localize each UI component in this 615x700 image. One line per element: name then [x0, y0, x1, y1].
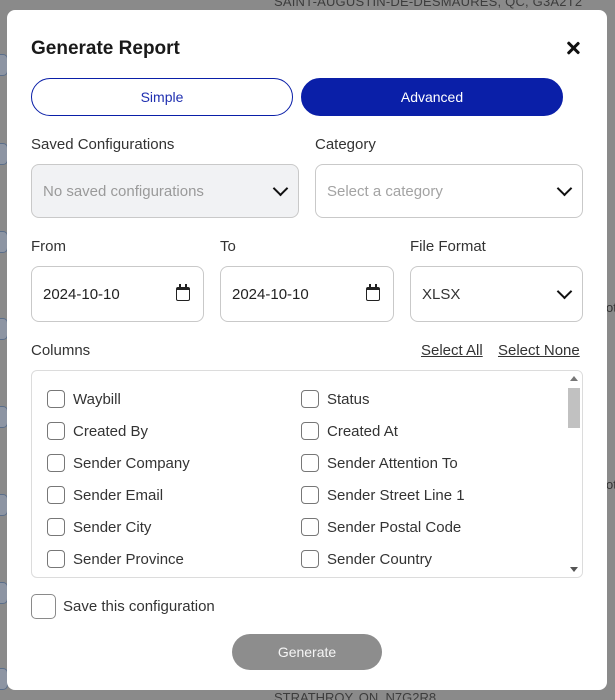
from-date-input[interactable]: 2024-10-10 — [31, 266, 204, 322]
to-date-value: 2024-10-10 — [232, 285, 309, 303]
column-checkbox[interactable] — [301, 486, 319, 504]
column-option-label: Sender Postal Code — [327, 518, 462, 536]
column-checkbox[interactable] — [301, 518, 319, 536]
column-option-label: Status — [327, 390, 370, 408]
column-option[interactable]: Sender Country — [301, 550, 432, 568]
column-option[interactable]: Sender Company — [47, 454, 190, 472]
category-select[interactable]: Select a category — [315, 164, 583, 218]
calendar-icon[interactable] — [176, 284, 190, 301]
to-date-input[interactable]: 2024-10-10 — [220, 266, 394, 322]
chevron-down-icon — [272, 180, 289, 197]
column-option-label: Sender Province — [73, 550, 184, 568]
from-label: From — [31, 238, 66, 255]
column-option-label: Sender Country — [327, 550, 433, 568]
column-option-label: Created At — [327, 422, 398, 440]
from-date-value: 2024-10-10 — [43, 285, 120, 303]
column-option[interactable]: Sender Province — [47, 550, 184, 568]
category-placeholder: Select a category — [327, 182, 443, 200]
column-checkbox[interactable] — [47, 454, 65, 472]
column-option-label: Sender Company — [73, 454, 190, 472]
column-checkbox[interactable] — [47, 550, 65, 568]
column-option[interactable]: Created At — [301, 422, 398, 440]
column-option[interactable]: Sender Email — [47, 486, 163, 504]
file-format-select[interactable]: XLSX — [410, 266, 583, 322]
advanced-mode-button[interactable]: Advanced — [301, 78, 563, 116]
select-all-link[interactable]: Select All — [421, 342, 483, 359]
background-address-bottom: STRATHROY, ON, N7G2R8 — [274, 690, 437, 700]
file-format-label: File Format — [410, 238, 486, 255]
column-option[interactable]: Created By — [47, 422, 148, 440]
column-option[interactable]: Waybill — [47, 390, 121, 408]
column-option[interactable]: Sender City — [47, 518, 151, 536]
column-option[interactable]: Status — [301, 390, 370, 408]
column-option-label: Sender Attention To — [327, 454, 458, 472]
to-label: To — [220, 238, 236, 255]
save-configuration-checkbox[interactable] — [31, 594, 56, 619]
column-option-label: Sender City — [73, 518, 152, 536]
save-configuration-label: Save this configuration — [63, 598, 215, 615]
column-option[interactable]: Sender Street Line 1 — [301, 486, 465, 504]
dialog-title: Generate Report — [31, 38, 180, 59]
background-right-text: ot — [606, 300, 615, 315]
scroll-up-arrow-icon[interactable] — [570, 376, 578, 381]
columns-label: Columns — [31, 342, 91, 359]
scroll-down-arrow-icon[interactable] — [570, 567, 578, 572]
column-option-label: Waybill — [73, 390, 121, 408]
close-icon[interactable] — [563, 38, 583, 58]
column-option-label: Sender Email — [73, 486, 164, 504]
chevron-down-icon — [556, 283, 573, 300]
column-checkbox[interactable] — [47, 518, 65, 536]
column-checkbox[interactable] — [301, 422, 319, 440]
saved-configurations-select[interactable]: No saved configurations — [31, 164, 299, 218]
column-checkbox[interactable] — [47, 390, 65, 408]
background-address-top: SAINT-AUGUSTIN-DE-DESMAURES, QC, G3A2T2 — [274, 0, 583, 9]
generate-button[interactable]: Generate — [232, 634, 382, 670]
column-checkbox[interactable] — [301, 454, 319, 472]
column-checkbox[interactable] — [47, 486, 65, 504]
columns-list[interactable]: Waybill Created By Sender Company Sender… — [31, 370, 583, 578]
chevron-down-icon — [556, 180, 573, 197]
column-option[interactable]: Sender Postal Code — [301, 518, 461, 536]
column-checkbox[interactable] — [301, 550, 319, 568]
calendar-icon[interactable] — [366, 284, 380, 301]
scrollbar-thumb[interactable] — [568, 388, 580, 428]
simple-mode-button[interactable]: Simple — [31, 78, 293, 116]
column-checkbox[interactable] — [301, 390, 319, 408]
category-label: Category — [315, 136, 376, 153]
column-checkbox[interactable] — [47, 422, 65, 440]
saved-configurations-label: Saved Configurations — [31, 136, 175, 153]
file-format-value: XLSX — [422, 285, 461, 303]
column-option-label: Sender Street Line 1 — [327, 486, 465, 504]
column-option-label: Created By — [73, 422, 149, 440]
generate-report-dialog: Generate Report Simple Advanced Saved Co… — [7, 10, 607, 690]
select-none-link[interactable]: Select None — [498, 342, 580, 359]
saved-configurations-placeholder: No saved configurations — [43, 182, 204, 200]
column-option[interactable]: Sender Attention To — [301, 454, 458, 472]
background-right-text: ot — [606, 477, 615, 492]
columns-scrollbar[interactable] — [565, 371, 582, 577]
